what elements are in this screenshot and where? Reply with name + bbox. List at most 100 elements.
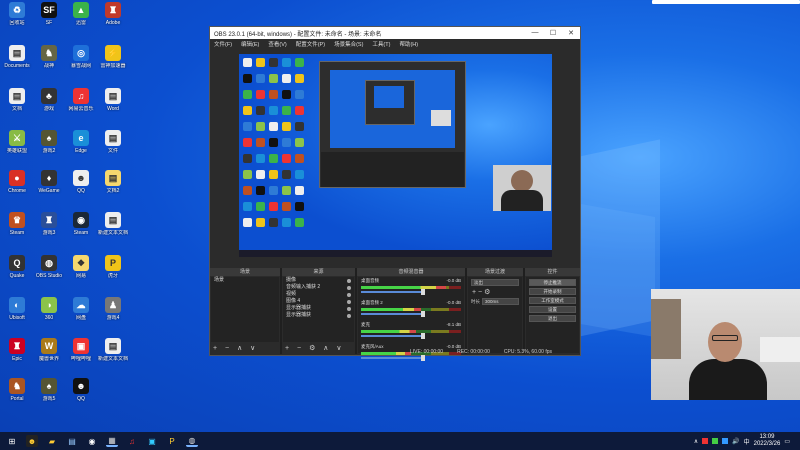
terminal-icon[interactable]: ▣ xyxy=(146,435,158,447)
desktop-icon[interactable]: ❖ 网易 xyxy=(64,255,98,285)
menu-profile[interactable]: 配置文件(P) xyxy=(296,40,325,48)
fader-handle[interactable] xyxy=(421,355,426,361)
desktop-icon[interactable]: ● Chrome xyxy=(0,170,34,200)
eye-icon[interactable] xyxy=(347,292,351,297)
notification-icon[interactable]: ▭ xyxy=(784,438,790,445)
maximize-button[interactable]: ☐ xyxy=(544,29,562,37)
source-item[interactable]: 图像 4 xyxy=(283,298,354,305)
desktop-icon[interactable]: ♜ 游戏3 xyxy=(32,212,66,242)
tray-app-icon[interactable] xyxy=(702,438,709,444)
desktop-icon[interactable]: W 魔兽世界 xyxy=(32,338,66,368)
desktop-icon[interactable]: ⚡ 雷神加速器 xyxy=(96,45,130,75)
source-item[interactable]: 摄像 xyxy=(283,277,354,284)
eye-icon[interactable] xyxy=(347,278,351,283)
fader-handle[interactable] xyxy=(421,289,426,295)
menu-scene-collection[interactable]: 场景集合(S) xyxy=(334,40,363,48)
desktop-icon[interactable]: e Edge xyxy=(64,130,98,160)
desktop-icon[interactable]: ▤ 文档2 xyxy=(96,170,130,200)
desktop-icon[interactable]: ☁ 网盘 xyxy=(64,297,98,327)
desktop-icon[interactable]: ▲ 迅雷 xyxy=(64,2,98,32)
clock[interactable]: 13:09 2022/3/26 xyxy=(754,434,781,448)
volume-fader[interactable] xyxy=(361,289,426,295)
notepad-icon[interactable]: ▤ xyxy=(66,435,78,447)
desktop-icon[interactable]: ▣ 哔哩哔哩 xyxy=(64,338,98,368)
fader-handle[interactable] xyxy=(421,333,426,339)
source-item[interactable]: 音频输入捕获 2 xyxy=(283,284,354,291)
fader-handle[interactable] xyxy=(421,311,426,317)
menu-view[interactable]: 查看(V) xyxy=(268,40,286,48)
tray-network-icon[interactable] xyxy=(722,438,729,444)
menu-tools[interactable]: 工具(T) xyxy=(372,40,390,48)
volume-fader[interactable] xyxy=(361,333,426,339)
start-recording-button[interactable]: 开始录制 xyxy=(529,288,576,295)
desktop-icon[interactable]: ◑ 360 xyxy=(32,297,66,327)
menu-edit[interactable]: 编辑(E) xyxy=(241,40,259,48)
desktop-icon[interactable]: ◐ Ubisoft xyxy=(0,297,34,327)
minimize-button[interactable]: — xyxy=(526,29,544,37)
obs-window[interactable]: OBS 23.0.1 (64-bit, windows) - 配置文件: 未命名… xyxy=(209,26,581,361)
menu-help[interactable]: 帮助(H) xyxy=(399,40,418,48)
desktop-icon[interactable]: ♜ Epic xyxy=(0,338,34,368)
eye-icon[interactable] xyxy=(347,306,351,311)
desktop-icon[interactable]: ♦ WeGame xyxy=(32,170,66,200)
obs-preview[interactable] xyxy=(210,49,580,267)
source-item[interactable]: 显示器捕获 xyxy=(283,312,354,319)
netease-music-icon[interactable]: ♫ xyxy=(126,435,138,447)
steam-icon[interactable]: ◉ xyxy=(86,435,98,447)
desktop-icon[interactable]: ◉ Steam xyxy=(64,212,98,242)
desktop-icon[interactable]: ☻ QQ xyxy=(64,378,98,408)
ime-icon[interactable]: 中 xyxy=(744,437,750,446)
desktop-icon[interactable]: ▤ 新建文本文档 xyxy=(96,338,130,368)
tray-up-arrow-icon[interactable]: ∧ xyxy=(694,438,698,445)
desktop-icon[interactable]: ♞ 战神 xyxy=(32,45,66,75)
qq-icon[interactable]: ☻ xyxy=(26,435,38,447)
close-button[interactable]: ✕ xyxy=(562,29,580,37)
exit-button[interactable]: 退出 xyxy=(529,315,576,322)
desktop-icon[interactable]: ♻ 回收站 xyxy=(0,2,34,32)
tray-app-icon[interactable] xyxy=(712,438,719,444)
desktop-icon[interactable]: ♞ Portal xyxy=(0,378,34,408)
eye-icon[interactable] xyxy=(347,313,351,318)
desktop-icon[interactable]: ♠ 游戏5 xyxy=(32,378,66,408)
volume-icon[interactable]: 🔊 xyxy=(732,438,739,445)
scenes-dock-footer[interactable]: + − ∧ ∨ xyxy=(213,344,258,352)
source-item[interactable]: 显示器捕获 xyxy=(283,305,354,312)
volume-fader[interactable] xyxy=(361,311,426,317)
eye-icon[interactable] xyxy=(347,285,351,290)
desktop-icon[interactable]: ▤ 新建文本文档 xyxy=(96,212,130,242)
desktop-icon[interactable]: ♣ 游戏 xyxy=(32,88,66,118)
desktop-icon[interactable]: ▤ 文件 xyxy=(96,130,130,160)
transition-select[interactable]: 淡出 xyxy=(471,279,519,286)
obs-taskbar-icon[interactable]: ◍ xyxy=(186,435,198,447)
eye-icon[interactable] xyxy=(347,299,351,304)
sources-dock-footer[interactable]: + − ⚙ ∧ ∨ xyxy=(285,344,344,352)
desktop-icon[interactable]: Q Quake xyxy=(0,255,34,285)
desktop-icon[interactable]: ▤ Word xyxy=(96,88,130,118)
windows-start-icon[interactable]: ⊞ xyxy=(6,435,18,447)
stop-streaming-button[interactable]: 停止推流 xyxy=(529,279,576,286)
desktop-icon[interactable]: ▤ Documents xyxy=(0,45,34,75)
transition-add-remove[interactable]: + − ⚙ xyxy=(468,286,522,298)
volume-fader[interactable] xyxy=(361,355,426,361)
desktop-icon[interactable]: ♠ 游戏2 xyxy=(32,130,66,160)
desktop-icon[interactable]: ♜ Adobe xyxy=(96,2,130,32)
duration-input[interactable]: 300ms xyxy=(482,298,519,305)
desktop-icon[interactable]: ◍ OBS Studio xyxy=(32,255,66,285)
file-explorer-icon[interactable]: ▰ xyxy=(46,435,58,447)
store-icon[interactable]: ▦ xyxy=(106,435,118,447)
source-item[interactable]: 视频 xyxy=(283,291,354,298)
huya-icon[interactable]: P xyxy=(166,435,178,447)
desktop-icon[interactable]: ⚔ 英雄联盟 xyxy=(0,130,34,160)
studio-mode-button[interactable]: 工作室模式 xyxy=(529,297,576,304)
desktop-icon[interactable]: ♫ 网易云音乐 xyxy=(64,88,98,118)
desktop-icon[interactable]: ♛ Steam xyxy=(0,212,34,242)
desktop-icon[interactable]: ☻ QQ xyxy=(64,170,98,200)
obs-titlebar[interactable]: OBS 23.0.1 (64-bit, windows) - 配置文件: 未命名… xyxy=(210,27,580,39)
desktop-icon[interactable]: SF SF xyxy=(32,2,66,32)
menu-file[interactable]: 文件(F) xyxy=(214,40,232,48)
desktop-icon[interactable]: ▤ 文档 xyxy=(0,88,34,118)
settings-button[interactable]: 设置 xyxy=(529,306,576,313)
desktop-icon[interactable]: P 虎牙 xyxy=(96,255,130,285)
desktop-icon[interactable]: ♟ 游戏4 xyxy=(96,297,130,327)
scene-item[interactable]: 场景 xyxy=(211,277,279,284)
